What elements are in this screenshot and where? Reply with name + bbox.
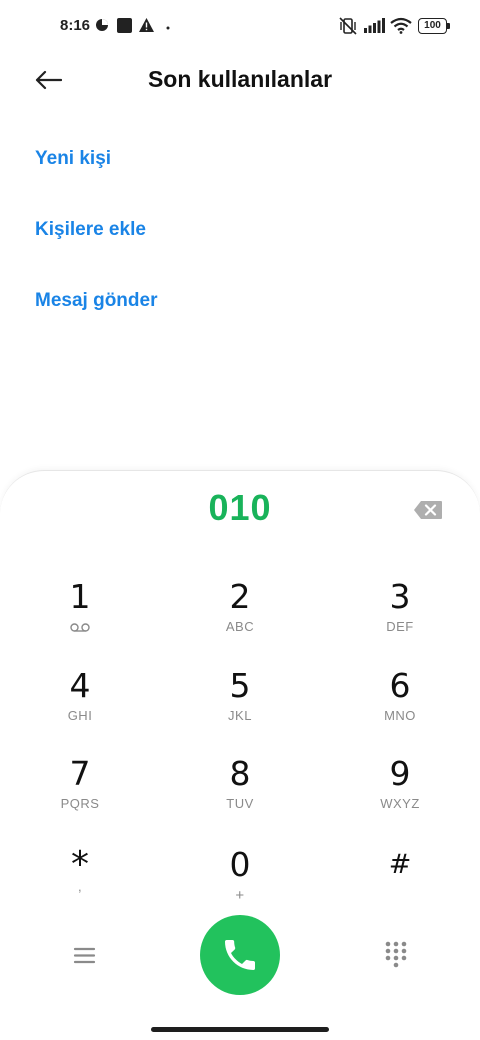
warning-icon: [139, 18, 154, 32]
key-digit: 3: [389, 577, 411, 616]
dialpad-toggle-button[interactable]: [383, 940, 409, 970]
key-digit: 5: [229, 666, 251, 705]
key-0[interactable]: 0 +: [175, 845, 305, 925]
key-letters: DEF: [386, 619, 414, 634]
backspace-button[interactable]: [413, 500, 443, 520]
app-notification-icon: [117, 18, 132, 33]
add-to-contacts-action[interactable]: Kişilere ekle: [35, 219, 146, 241]
key-letters: ,: [77, 879, 83, 894]
battery-tip: [447, 23, 450, 29]
signal-icon: [364, 18, 385, 33]
phone-icon: [225, 940, 255, 970]
key-1[interactable]: 1: [15, 577, 145, 657]
key-digit: 4: [69, 666, 91, 705]
key-digit: 2: [229, 577, 251, 616]
key-4[interactable]: 4 GHI: [15, 666, 145, 746]
key-letters: JKL: [228, 708, 252, 723]
key-letters: PQRS: [60, 796, 100, 811]
dialpad-icon: [385, 941, 407, 968]
battery-icon: 100: [418, 18, 447, 34]
backspace-icon: [414, 501, 442, 519]
key-digit: 8: [229, 754, 251, 793]
key-6[interactable]: 6 MNO: [335, 666, 465, 746]
key-3[interactable]: 3 DEF: [335, 577, 465, 657]
key-5[interactable]: 5 JKL: [175, 666, 305, 746]
key-9[interactable]: 9 WXYZ: [335, 754, 465, 834]
key-hash[interactable]: #: [335, 845, 465, 925]
home-indicator[interactable]: [151, 1027, 329, 1032]
data-saver-icon: [96, 19, 108, 31]
key-letters: GHI: [67, 708, 93, 723]
new-contact-action[interactable]: Yeni kişi: [35, 148, 111, 170]
battery-level: 100: [424, 20, 441, 31]
page-title: Son kullanılanlar: [147, 66, 333, 92]
send-message-action[interactable]: Mesaj gönder: [35, 290, 157, 312]
key-star[interactable]: * ,: [15, 845, 145, 925]
dialed-number[interactable]: 010: [0, 487, 480, 529]
key-letters: +: [235, 887, 245, 904]
menu-icon: [73, 947, 96, 964]
status-bar: 8:16 100: [0, 0, 480, 56]
key-7[interactable]: 7 PQRS: [15, 754, 145, 834]
call-button[interactable]: [200, 915, 280, 995]
key-digit: #: [388, 849, 412, 880]
key-digit: 1: [69, 577, 91, 616]
key-letters: TUV: [226, 796, 254, 811]
key-2[interactable]: 2 ABC: [175, 577, 305, 657]
key-letters: MNO: [384, 708, 416, 723]
voicemail-icon: [70, 623, 90, 632]
more-notifications-icon: [166, 26, 170, 30]
key-digit: 9: [389, 754, 411, 793]
wifi-icon: [390, 17, 412, 34]
key-digit: 0: [229, 845, 251, 884]
status-time: 8:16: [60, 17, 91, 34]
key-letters: WXYZ: [380, 796, 420, 811]
vibrate-off-icon: [339, 17, 357, 35]
key-digit: 7: [69, 754, 91, 793]
menu-button[interactable]: [70, 943, 100, 969]
key-digit: 6: [389, 666, 411, 705]
key-8[interactable]: 8 TUV: [175, 754, 305, 834]
key-letters: ABC: [225, 619, 255, 634]
